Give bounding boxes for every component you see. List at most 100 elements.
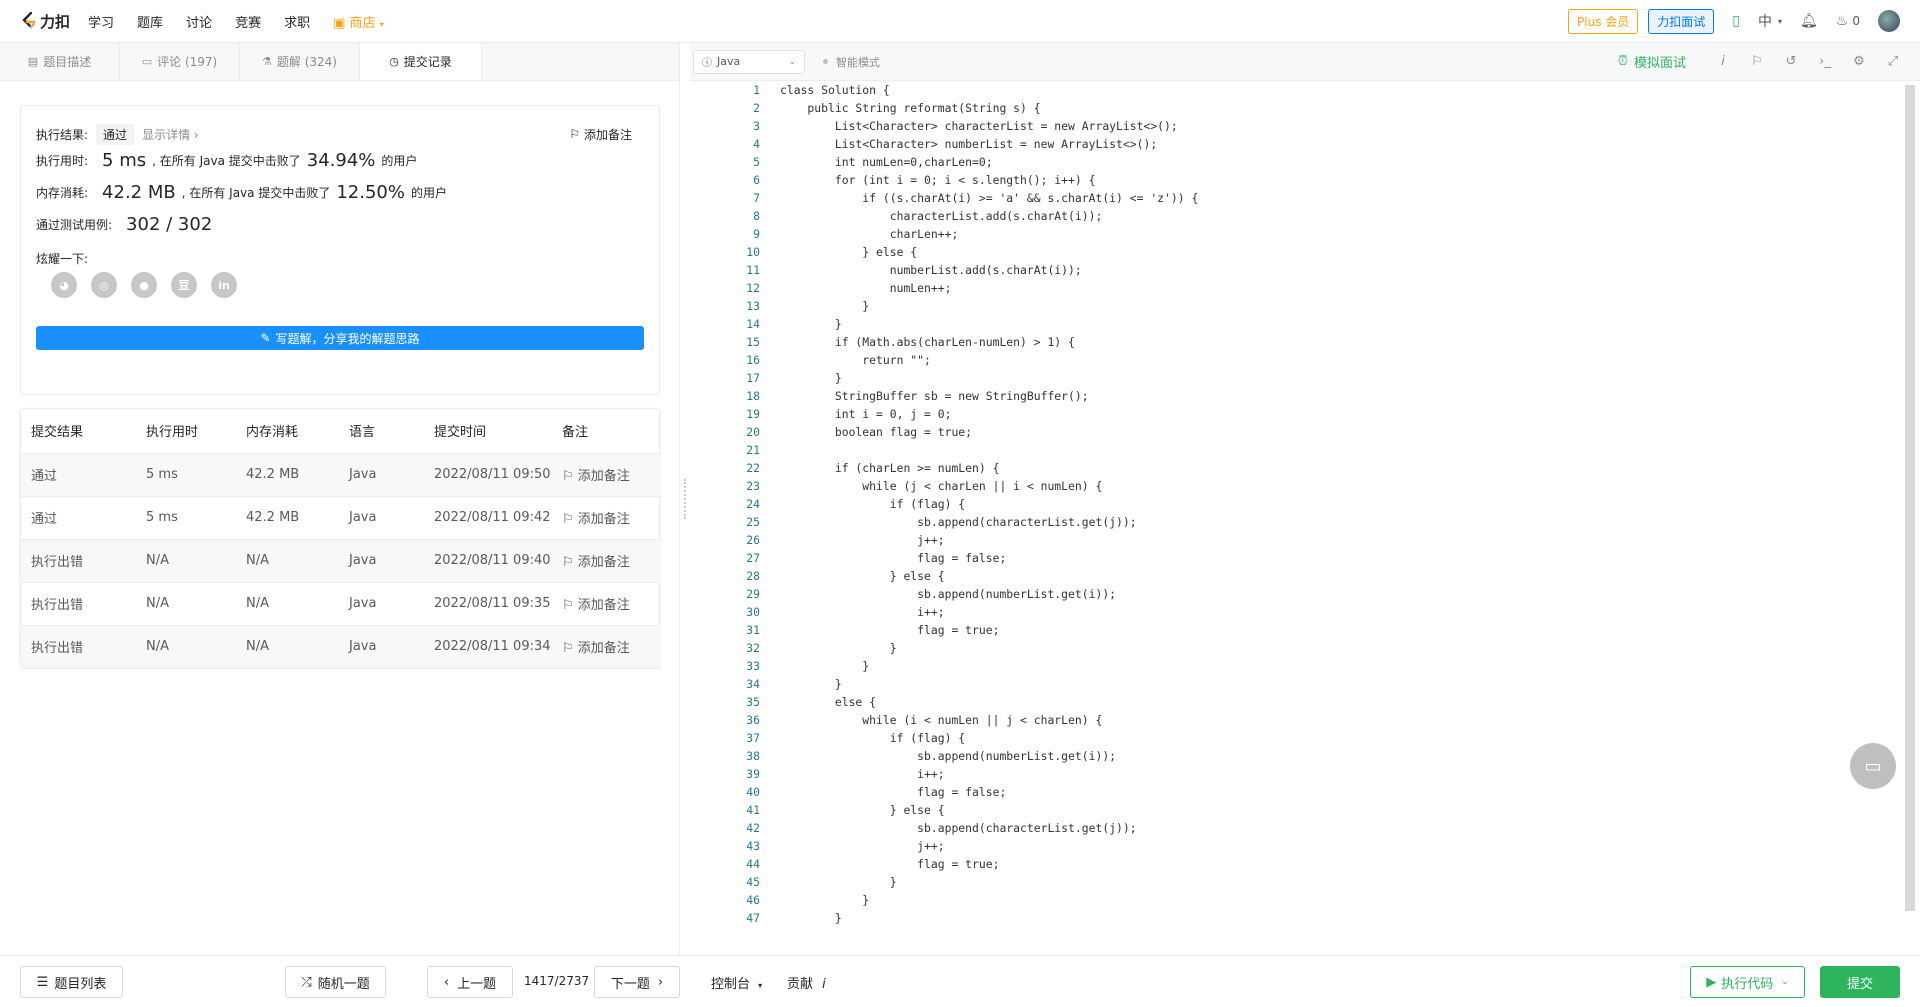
linkedin-icon[interactable]: in bbox=[211, 272, 237, 298]
code-line[interactable]: } bbox=[780, 909, 842, 927]
code-line[interactable]: } bbox=[780, 657, 869, 675]
code-line[interactable]: } bbox=[780, 891, 869, 909]
tab-solutions[interactable]: ⚗︎ 题解 (324) bbox=[240, 43, 360, 80]
add-note-button[interactable]: ⚐ 添加备注 bbox=[552, 625, 661, 669]
table-row[interactable]: 执行出错 N/A N/A Java 2022/08/11 09:40 ⚐ 添加备… bbox=[21, 539, 661, 583]
notebook-icon[interactable]: ▭ bbox=[1850, 743, 1896, 789]
code-line[interactable]: } bbox=[780, 873, 897, 891]
contribute-link[interactable]: 贡献 i bbox=[787, 973, 826, 992]
nav-contest[interactable]: 竞赛 bbox=[235, 12, 261, 31]
tab-comments[interactable]: ▭ 评论 (197) bbox=[120, 43, 240, 80]
code-line[interactable]: } else { bbox=[780, 567, 945, 585]
leetcode-logo[interactable]: 力扣 bbox=[20, 11, 70, 32]
code-line[interactable]: characterList.add(s.charAt(i)); bbox=[780, 207, 1103, 225]
code-line[interactable]: j++; bbox=[780, 531, 944, 549]
code-line[interactable]: if (flag) { bbox=[780, 495, 965, 513]
nav-jobs[interactable]: 求职 bbox=[284, 12, 310, 31]
code-line[interactable]: sb.append(characterList.get(j)); bbox=[780, 819, 1136, 837]
smart-mode-toggle[interactable]: 智能模式 bbox=[823, 54, 880, 70]
add-note-button[interactable]: ⚐ 添加备注 bbox=[552, 539, 661, 583]
fullscreen-icon[interactable]: ⤢ bbox=[1876, 54, 1910, 69]
submission-status[interactable]: 执行出错 bbox=[21, 625, 136, 669]
code-line[interactable]: } bbox=[780, 297, 869, 315]
terminal-icon[interactable]: ›_ bbox=[1808, 54, 1842, 69]
code-line[interactable]: int i = 0, j = 0; bbox=[780, 405, 952, 423]
points-indicator[interactable]: ♨︎ 0 bbox=[1836, 13, 1860, 29]
show-details-link[interactable]: 显示详情 › bbox=[142, 126, 199, 143]
plus-membership-button[interactable]: Plus 会员 bbox=[1568, 8, 1639, 34]
code-line[interactable]: if (Math.abs(charLen-numLen) > 1) { bbox=[780, 333, 1075, 351]
add-note-button[interactable]: ⚐ 添加备注 bbox=[569, 126, 632, 143]
code-line[interactable]: } bbox=[780, 639, 897, 657]
code-line[interactable]: public String reformat(String s) { bbox=[780, 99, 1040, 117]
random-problem-button[interactable]: ⤮ 随机一题 bbox=[285, 966, 386, 998]
submission-status[interactable]: 执行出错 bbox=[21, 582, 136, 626]
mobile-app-icon[interactable]: ▯ bbox=[1732, 13, 1740, 29]
code-editor[interactable]: 1 class Solution {2 public String reforma… bbox=[690, 81, 1902, 929]
code-line[interactable]: if (flag) { bbox=[780, 729, 965, 747]
code-line[interactable]: numberList.add(s.charAt(i)); bbox=[780, 261, 1082, 279]
code-line[interactable]: } else { bbox=[780, 801, 945, 819]
console-toggle[interactable]: 控制台 ▾ bbox=[711, 973, 762, 992]
code-line[interactable]: flag = false; bbox=[780, 783, 1006, 801]
submission-status[interactable]: 执行出错 bbox=[21, 539, 136, 583]
code-line[interactable]: while (j < charLen || i < numLen) { bbox=[780, 477, 1102, 495]
code-line[interactable]: sb.append(characterList.get(j)); bbox=[780, 513, 1136, 531]
table-row[interactable]: 通过 5 ms 42.2 MB Java 2022/08/11 09:42 ⚐ … bbox=[21, 496, 661, 540]
table-row[interactable]: 执行出错 N/A N/A Java 2022/08/11 09:35 ⚐ 添加备… bbox=[21, 582, 661, 626]
code-line[interactable]: i++; bbox=[780, 603, 944, 621]
flag-icon[interactable]: ⚐ bbox=[1740, 54, 1774, 69]
code-line[interactable]: int numLen=0,charLen=0; bbox=[780, 153, 993, 171]
scrollbar-thumb[interactable] bbox=[1905, 85, 1915, 911]
code-line[interactable]: for (int i = 0; i < s.length(); i++) { bbox=[780, 171, 1096, 189]
code-line[interactable]: if (charLen >= numLen) { bbox=[780, 459, 1000, 477]
code-line[interactable]: List<Character> characterList = new Arra… bbox=[780, 117, 1178, 135]
submission-status[interactable]: 通过 bbox=[21, 496, 136, 540]
reset-icon[interactable]: ↺ bbox=[1774, 54, 1808, 69]
nav-discuss[interactable]: 讨论 bbox=[186, 12, 212, 31]
code-line[interactable]: flag = true; bbox=[780, 621, 999, 639]
settings-icon[interactable]: ⚙︎ bbox=[1842, 54, 1876, 69]
next-problem-button[interactable]: 下一题 › bbox=[594, 966, 680, 998]
editor-scrollbar[interactable] bbox=[1905, 85, 1915, 911]
code-line[interactable]: sb.append(numberList.get(i)); bbox=[780, 585, 1116, 603]
problem-list-button[interactable]: ☰ 题目列表 bbox=[20, 966, 123, 998]
prev-problem-button[interactable]: ‹ 上一题 bbox=[427, 966, 513, 998]
write-solution-button[interactable]: ✎ 写题解，分享我的解题思路 bbox=[36, 326, 644, 350]
wechat-icon[interactable]: ◕ bbox=[51, 272, 77, 298]
user-avatar[interactable] bbox=[1878, 10, 1900, 32]
add-note-button[interactable]: ⚐ 添加备注 bbox=[552, 582, 661, 626]
language-switch[interactable]: 中 ▾ bbox=[1758, 11, 1782, 31]
code-line[interactable]: class Solution { bbox=[780, 81, 890, 99]
code-line[interactable]: else { bbox=[780, 693, 876, 711]
code-line[interactable]: charLen++; bbox=[780, 225, 959, 243]
nav-shop[interactable]: ▣ 商店 ▾ bbox=[333, 12, 384, 31]
code-line[interactable]: if ((s.charAt(i) >= 'a' && s.charAt(i) <… bbox=[780, 189, 1198, 207]
submit-button[interactable]: 提交 bbox=[1820, 966, 1900, 998]
mock-interview-button[interactable]: 力扣面试 bbox=[1648, 8, 1715, 34]
table-row[interactable]: 通过 5 ms 42.2 MB Java 2022/08/11 09:50 ⚐ … bbox=[21, 453, 661, 497]
nav-problemset[interactable]: 题库 bbox=[137, 12, 163, 31]
tab-description[interactable]: ▤ 题目描述 bbox=[0, 43, 120, 80]
code-line[interactable]: boolean flag = true; bbox=[780, 423, 972, 441]
nav-learn[interactable]: 学习 bbox=[88, 12, 114, 31]
notification-bell-icon[interactable]: 🔔︎ bbox=[1800, 13, 1818, 29]
code-line[interactable]: flag = false; bbox=[780, 549, 1006, 567]
code-line[interactable]: while (i < numLen || j < charLen) { bbox=[780, 711, 1102, 729]
code-line[interactable]: } bbox=[780, 675, 842, 693]
douban-icon[interactable]: 豆 bbox=[171, 272, 197, 298]
mock-interview-link[interactable]: ⏰︎ 模拟面试 bbox=[1618, 52, 1686, 71]
add-note-button[interactable]: ⚐ 添加备注 bbox=[552, 453, 661, 497]
run-code-button[interactable]: ▶ 执行代码 ⌄ bbox=[1690, 966, 1805, 998]
code-line[interactable]: return ""; bbox=[780, 351, 931, 369]
tab-submissions[interactable]: ◷ 提交记录 bbox=[360, 43, 482, 80]
code-line[interactable]: flag = true; bbox=[780, 855, 999, 873]
code-line[interactable]: } bbox=[780, 369, 842, 387]
panel-resize-handle[interactable] bbox=[680, 43, 690, 955]
code-line[interactable]: sb.append(numberList.get(i)); bbox=[780, 747, 1116, 765]
add-note-button[interactable]: ⚐ 添加备注 bbox=[552, 496, 661, 540]
code-line[interactable]: List<Character> numberList = new ArrayLi… bbox=[780, 135, 1157, 153]
qq-icon[interactable]: ● bbox=[131, 272, 157, 298]
language-select[interactable]: ⓘ Java ⌄ bbox=[693, 49, 805, 74]
info-icon[interactable]: i bbox=[1706, 54, 1740, 69]
